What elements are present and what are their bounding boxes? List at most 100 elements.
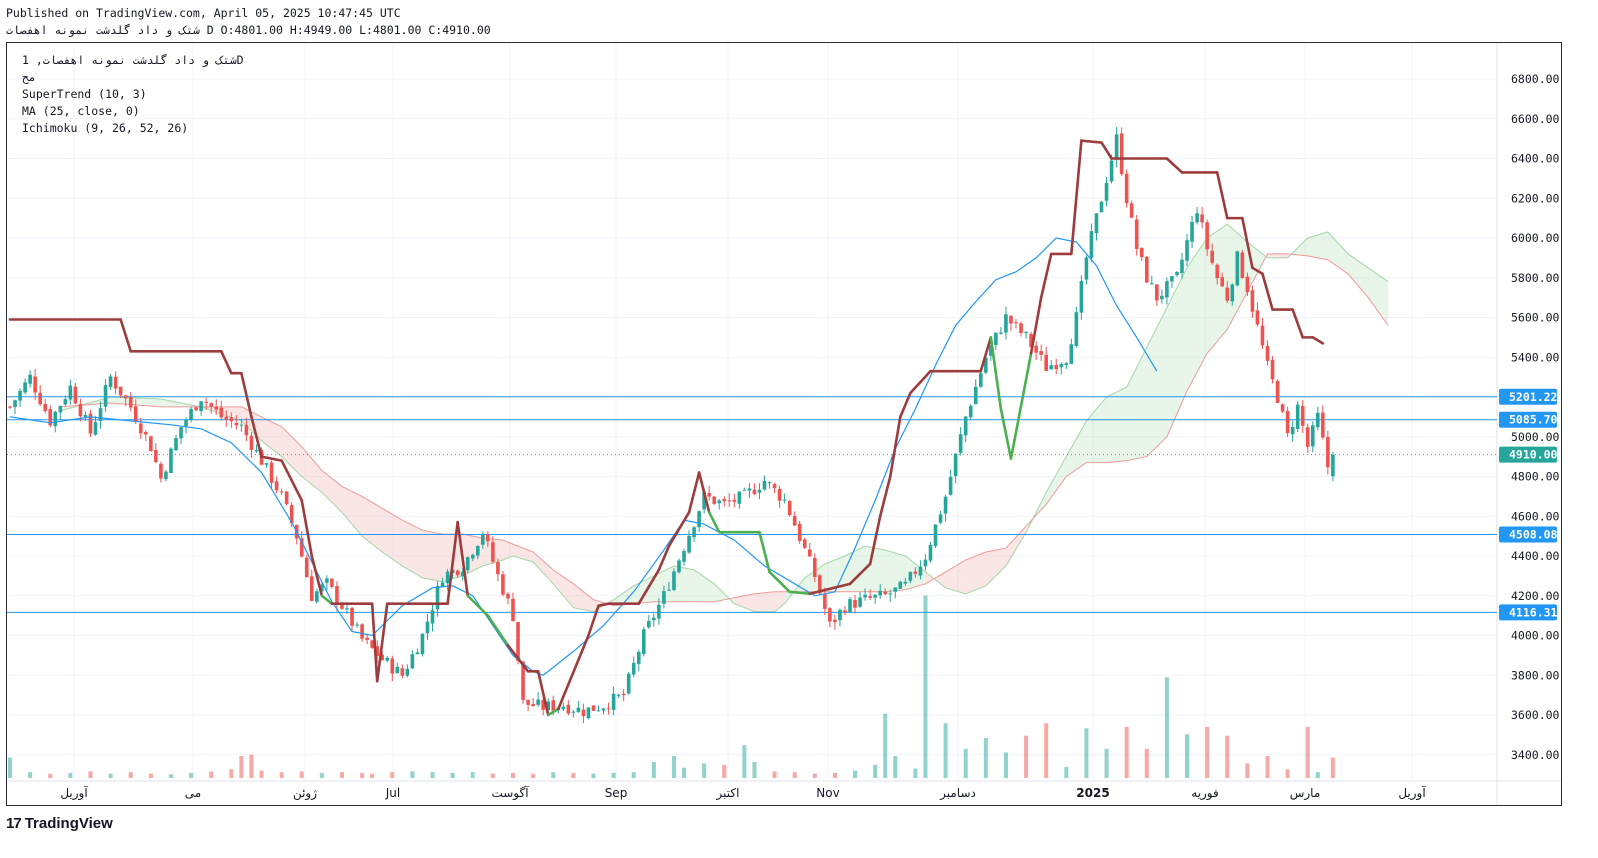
candle-body <box>878 590 882 596</box>
candle-body <box>113 376 118 389</box>
candle-body <box>747 488 752 491</box>
candle-body <box>953 453 958 477</box>
candle-body <box>1270 359 1275 380</box>
candle-body <box>1235 251 1240 286</box>
candle-body <box>330 578 334 587</box>
candle-body <box>68 385 73 400</box>
candle-body <box>1134 219 1139 250</box>
candle-body <box>772 484 777 489</box>
volume-bar <box>108 773 113 778</box>
tradingview-logo[interactable]: 17 TradingView <box>6 815 113 832</box>
candle-body <box>531 704 535 707</box>
y-tick-label: 5600.00 <box>1511 311 1560 325</box>
candle-body <box>133 406 138 423</box>
supertrend-segment <box>1215 171 1229 220</box>
candle-body <box>682 550 686 562</box>
ohlc-header: شتک و داد گلدشت نمونه اهفصات D O:4801.00… <box>6 23 491 37</box>
volume-bar <box>943 723 948 778</box>
candle-body <box>591 705 596 711</box>
y-tick-label: 3800.00 <box>1511 668 1560 682</box>
volume-bar <box>511 772 515 778</box>
candle-body <box>1245 276 1250 293</box>
ichimoku-cloud-segment <box>734 593 755 612</box>
candle-body <box>777 488 782 501</box>
candle-body <box>888 593 893 595</box>
candle-body <box>626 673 631 694</box>
candle-body <box>787 501 792 516</box>
candle-body <box>199 401 203 412</box>
candle-body <box>797 523 802 541</box>
candle-body <box>58 406 63 413</box>
volume-bar <box>339 772 344 778</box>
candle-body <box>128 396 133 408</box>
candle-body <box>144 431 148 435</box>
volume-bar <box>249 754 254 778</box>
candle-body <box>123 395 128 399</box>
candle-body <box>229 417 234 422</box>
candle-body <box>73 386 78 404</box>
supertrend-segment <box>1009 351 1033 460</box>
candle-body <box>149 436 153 452</box>
hline-price-badge-text: 4116.31 <box>1509 605 1558 619</box>
ichimoku-cloud-segment <box>774 591 785 612</box>
x-tick-label: آوریل <box>1398 785 1426 801</box>
y-tick-label: 6200.00 <box>1511 191 1560 205</box>
volume-bar <box>239 756 244 778</box>
candle-body <box>571 711 576 713</box>
candle-body <box>727 500 732 502</box>
candle-body <box>445 571 450 584</box>
candle-body <box>1034 345 1038 353</box>
candle-body <box>833 619 837 623</box>
candle-body <box>968 405 973 418</box>
ichimoku-cloud-segment <box>1307 232 1328 260</box>
supertrend-segment <box>687 471 701 514</box>
candle-body <box>8 406 12 408</box>
price-chart[interactable]: 6800.00 6600.00 6400.00 6200.00 6000.00 5800.… <box>7 43 1561 805</box>
legend-supertrend[interactable]: SuperTrend (10, 3) <box>22 87 147 101</box>
volume-bar <box>1185 734 1190 778</box>
candle-body <box>1200 214 1204 223</box>
candle-body <box>1114 134 1119 160</box>
supertrend-segment <box>1070 139 1083 256</box>
ichimoku-cloud-segment <box>1066 420 1087 477</box>
candle-body <box>943 496 948 514</box>
x-tick-label: Sep <box>605 786 628 800</box>
candle-body <box>1185 240 1189 261</box>
candle-body <box>636 651 641 664</box>
candle-body <box>978 373 983 387</box>
y-tick-label: 4000.00 <box>1511 629 1560 643</box>
supertrend-segment <box>1291 308 1305 339</box>
chart-area[interactable]: 6800.00 6600.00 6400.00 6200.00 6000.00 5800.… <box>6 42 1562 806</box>
candle-body <box>1225 287 1230 301</box>
ichimoku-cloud-segment <box>533 552 554 584</box>
x-tick-label: 2025 <box>1076 786 1109 800</box>
candle-body <box>732 499 737 502</box>
legend-ma[interactable]: MA (25, close, 0) <box>22 104 140 118</box>
candle-body <box>511 598 515 622</box>
volume-bar <box>1285 769 1290 778</box>
ichimoku-cloud-segment <box>341 486 363 537</box>
candle-body <box>1049 365 1054 370</box>
candle-body <box>1009 315 1013 324</box>
volume-bar <box>299 771 304 778</box>
candle-body <box>239 424 244 426</box>
y-tick-label: 5000.00 <box>1511 430 1560 444</box>
candle-body <box>657 604 661 619</box>
x-tick-label: آوریل <box>60 785 88 801</box>
candle-body <box>274 481 279 491</box>
volume-bar <box>752 761 757 778</box>
candle-body <box>742 489 747 491</box>
candle-body <box>994 332 998 345</box>
supertrend-segment <box>375 602 389 683</box>
volume-bar <box>551 772 556 778</box>
candle-body <box>838 609 842 621</box>
legend-ichimoku[interactable]: Ichimoku (9, 26, 52, 26) <box>22 121 188 135</box>
candle-body <box>566 704 571 714</box>
ichimoku-cloud-segment <box>553 569 574 608</box>
candle-body <box>184 420 188 427</box>
y-tick-label: 6800.00 <box>1511 72 1560 86</box>
candle-body <box>249 435 254 450</box>
candle-body <box>1019 323 1023 333</box>
candle-body <box>1064 363 1069 366</box>
legend-line2: مح <box>22 70 36 84</box>
